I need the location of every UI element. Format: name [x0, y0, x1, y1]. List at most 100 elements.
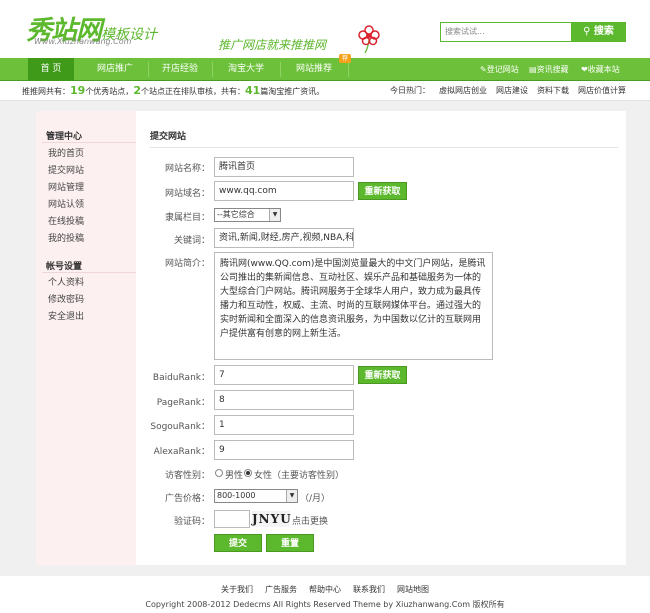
footer-link-about[interactable]: 关于我们: [221, 585, 253, 594]
stats-text: 个站点正在排队审核，共有：: [140, 87, 245, 96]
site-stats: 推推网共有：19个优秀站点，2个站点正在排队审核，共有：41篇淘宝推广资讯。: [22, 81, 324, 102]
document-icon: ▤: [529, 65, 537, 74]
alexa-rank-input[interactable]: 9: [214, 440, 354, 460]
male-radio-label: 男性: [225, 471, 244, 481]
footer-link-sitemap[interactable]: 网站地图: [397, 585, 429, 594]
footer-link-ads[interactable]: 广告服务: [265, 585, 297, 594]
sidebar-item-submit-site[interactable]: 提交网站: [48, 163, 84, 176]
dropdown-arrow-icon: ▼: [286, 490, 297, 502]
alexa-rank-label: AlexaRank：: [153, 447, 210, 457]
female-radio[interactable]: [244, 469, 252, 477]
category-select-value: --其它综合: [217, 210, 255, 219]
reset-button[interactable]: 重置: [266, 534, 314, 552]
sidebar-item-site-claim[interactable]: 网站认领: [48, 197, 84, 210]
hot-link[interactable]: 虚拟网店创业: [439, 86, 487, 95]
sidebar-section-title: 管理中心: [46, 132, 83, 142]
category-label: 隶属栏目：: [164, 213, 210, 223]
sogou-rank-input[interactable]: 1: [214, 415, 354, 435]
sidebar: 管理中心 我的首页 提交网站 网站管理 网站认领 在线投稿 我的投稿 帐号设置 …: [36, 111, 136, 565]
price-unit: （/月）: [300, 494, 331, 504]
hot-links: 今日热门： 虚拟网店创业 网店建设 资料下载 网店价值计算: [381, 81, 626, 101]
sidebar-item-home[interactable]: 我的首页: [48, 146, 84, 159]
gender-label: 访客性别：: [164, 471, 210, 481]
favorite-site-link[interactable]: ❤收藏本站: [581, 58, 620, 81]
title-divider: [150, 147, 618, 148]
captcha-image[interactable]: JNYU: [252, 511, 291, 527]
header-slogan: 推广网店就来推推网: [218, 38, 327, 52]
stats-text: 推推网共有：: [22, 87, 70, 96]
news-bookmark-label: 资讯搜藏: [536, 65, 569, 74]
captcha-label: 验证码：: [173, 517, 210, 527]
register-site-label: 登记网站: [486, 65, 519, 74]
main-nav: 首 页 网店推广 开店经验 淘宝大学 网站推荐 ✎登记网站 ▤资讯搜藏 ❤收藏本…: [0, 58, 650, 81]
flower-icon: [358, 25, 380, 54]
intro-textarea[interactable]: 腾讯网(www.QQ.com)是中国浏览量最大的中文门户网站，是腾讯公司推出的集…: [214, 252, 493, 360]
favorite-site-label: 收藏本站: [587, 65, 620, 74]
nav-item-home[interactable]: 首 页: [28, 58, 74, 81]
price-select-value: 800-1000: [217, 491, 256, 500]
domain-input[interactable]: www.qq.com: [214, 181, 354, 201]
captcha-input[interactable]: [214, 510, 250, 528]
site-header: 秀站网模板设计 Www.Xiuzhanwang.Com 推广网店就来推推网 搜索…: [0, 0, 650, 58]
nav-item-recommended[interactable]: 网站推荐: [282, 58, 346, 81]
baidu-rank-label: BaiduRank：: [152, 373, 210, 383]
hot-link[interactable]: 网店价值计算: [578, 86, 626, 95]
price-label: 广告价格：: [164, 494, 210, 504]
site-footer: 关于我们 广告服务 帮助中心 联系我们 网站地图 Copyright 2008-2012…: [0, 576, 650, 613]
heart-icon: ❤: [581, 65, 588, 74]
copyright: Copyright 2008-2012 Dedecms All Rights R…: [145, 600, 505, 609]
nav-item-experience[interactable]: 开店经验: [150, 58, 210, 81]
keywords-label: 关键词：: [173, 236, 210, 246]
page-rank-label: PageRank：: [156, 398, 210, 408]
register-site-link[interactable]: ✎登记网站: [480, 58, 519, 81]
refetch-rank-button[interactable]: 重新获取: [358, 366, 407, 384]
sidebar-item-profile[interactable]: 个人资料: [48, 275, 84, 288]
refetch-button[interactable]: 重新获取: [358, 182, 407, 200]
keywords-input[interactable]: 资讯,新闻,财经,房产,视频,NBA,科技,: [214, 228, 354, 248]
sogou-rank-label: SogouRank：: [150, 422, 210, 432]
price-select[interactable]: 800-1000 ▼: [214, 489, 298, 503]
stats-bar: 推推网共有：19个优秀站点，2个站点正在排队审核，共有：41篇淘宝推广资讯。 今…: [0, 81, 650, 101]
captcha-refresh-link[interactable]: 点击更换: [292, 514, 328, 527]
category-select[interactable]: --其它综合 ▼: [214, 208, 281, 222]
nav-item-taobao-university[interactable]: 淘宝大学: [214, 58, 278, 81]
hot-link[interactable]: 资料下载: [537, 86, 569, 95]
sidebar-item-online-submit[interactable]: 在线投稿: [48, 214, 84, 227]
footer-link-help[interactable]: 帮助中心: [309, 585, 341, 594]
pencil-icon: ✎: [480, 65, 487, 74]
search-button[interactable]: ⚲ 搜索: [571, 22, 626, 42]
site-name-input[interactable]: 腾讯首页: [214, 157, 354, 177]
news-bookmark-link[interactable]: ▤资讯搜藏: [529, 58, 569, 81]
search-button-label: 搜索: [593, 26, 614, 37]
hot-link[interactable]: 网店建设: [496, 86, 528, 95]
sidebar-divider: [42, 272, 136, 273]
site-count: 19: [70, 84, 86, 97]
footer-links: 关于我们 广告服务 帮助中心 联系我们 网站地图: [0, 584, 650, 595]
baidu-rank-input[interactable]: 7: [214, 365, 354, 385]
sidebar-item-my-submissions[interactable]: 我的投稿: [48, 231, 84, 244]
domain-label: 网站域名：: [164, 189, 210, 199]
sidebar-divider: [42, 142, 136, 143]
footer-link-contact[interactable]: 联系我们: [353, 585, 385, 594]
recommend-badge: 荐: [339, 54, 351, 63]
logo-url: Www.Xiuzhanwang.Com: [34, 37, 132, 46]
search-input[interactable]: 搜索试试...: [440, 22, 572, 42]
article-count: 41: [244, 84, 261, 97]
nav-item-promotion[interactable]: 网店推广: [82, 58, 148, 81]
pending-count: 2: [133, 84, 141, 97]
site-name-label: 网站名称：: [164, 164, 210, 174]
search-icon: ⚲: [583, 26, 591, 37]
nav-divider: [212, 62, 213, 77]
submit-button[interactable]: 提交: [214, 534, 262, 552]
nav-divider: [280, 62, 281, 77]
sidebar-item-logout[interactable]: 安全退出: [48, 309, 84, 322]
hot-label: 今日热门：: [390, 86, 430, 95]
female-radio-label: 女性（主要访客性别）: [254, 471, 345, 481]
nav-divider: [148, 62, 149, 77]
nav-divider: [348, 62, 349, 77]
sidebar-item-site-manage[interactable]: 网站管理: [48, 180, 84, 193]
sidebar-item-change-password[interactable]: 修改密码: [48, 292, 84, 305]
male-radio[interactable]: [215, 469, 223, 477]
intro-label: 网站简介：: [164, 259, 210, 269]
page-rank-input[interactable]: 8: [214, 390, 354, 410]
